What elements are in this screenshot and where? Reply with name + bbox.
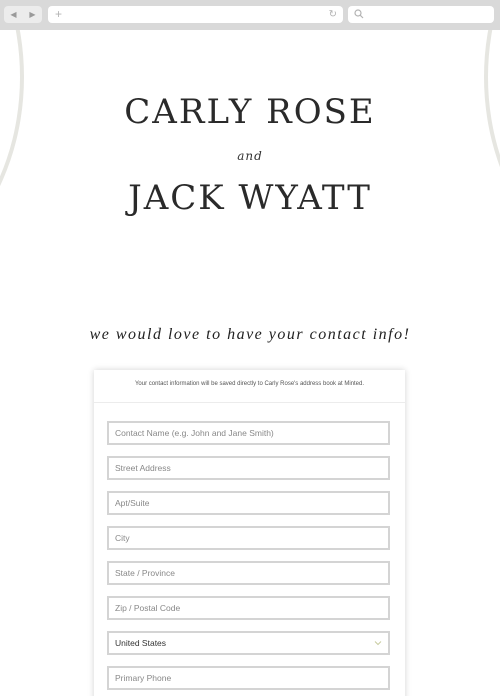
zip-postal-field[interactable]: Zip / Postal Code (107, 596, 390, 620)
country-select-value: United States (115, 638, 167, 648)
search-bar[interactable] (348, 6, 494, 23)
form-notice: Your contact information will be saved d… (134, 381, 365, 387)
primary-phone-field[interactable]: Primary Phone (107, 666, 390, 690)
back-arrow-icon[interactable]: ◀ (10, 6, 16, 23)
nav-buttons: ◀ ▶ (4, 6, 42, 23)
couple-connector: and (237, 149, 263, 163)
couple-name-one: CARLY ROSE (124, 92, 376, 132)
browser-toolbar: ◀ ▶ + ↻ (0, 0, 500, 30)
page-tagline: we would love to have your contact info! (89, 326, 411, 343)
search-icon (354, 9, 364, 19)
contact-name-field[interactable]: Contact Name (e.g. John and Jane Smith) (107, 421, 390, 445)
address-bar[interactable]: + ↻ (48, 6, 343, 23)
divider (94, 402, 405, 403)
forward-arrow-icon[interactable]: ▶ (29, 6, 35, 23)
contact-form-card: Your contact information will be saved d… (94, 370, 405, 696)
chevron-down-icon (374, 641, 382, 646)
state-province-field[interactable]: State / Province (107, 561, 390, 585)
reload-icon[interactable]: ↻ (329, 6, 337, 23)
hero-header: CARLY ROSE and JACK WYATT (0, 30, 500, 286)
street-address-field[interactable]: Street Address (107, 456, 390, 480)
new-tab-icon[interactable]: + (55, 6, 62, 23)
country-select[interactable]: United States (107, 631, 390, 655)
couple-name-two: JACK WYATT (128, 178, 372, 218)
page-content: CARLY ROSE and JACK WYATT we would love … (0, 30, 500, 696)
apt-suite-field[interactable]: Apt/Suite (107, 491, 390, 515)
city-field[interactable]: City (107, 526, 390, 550)
